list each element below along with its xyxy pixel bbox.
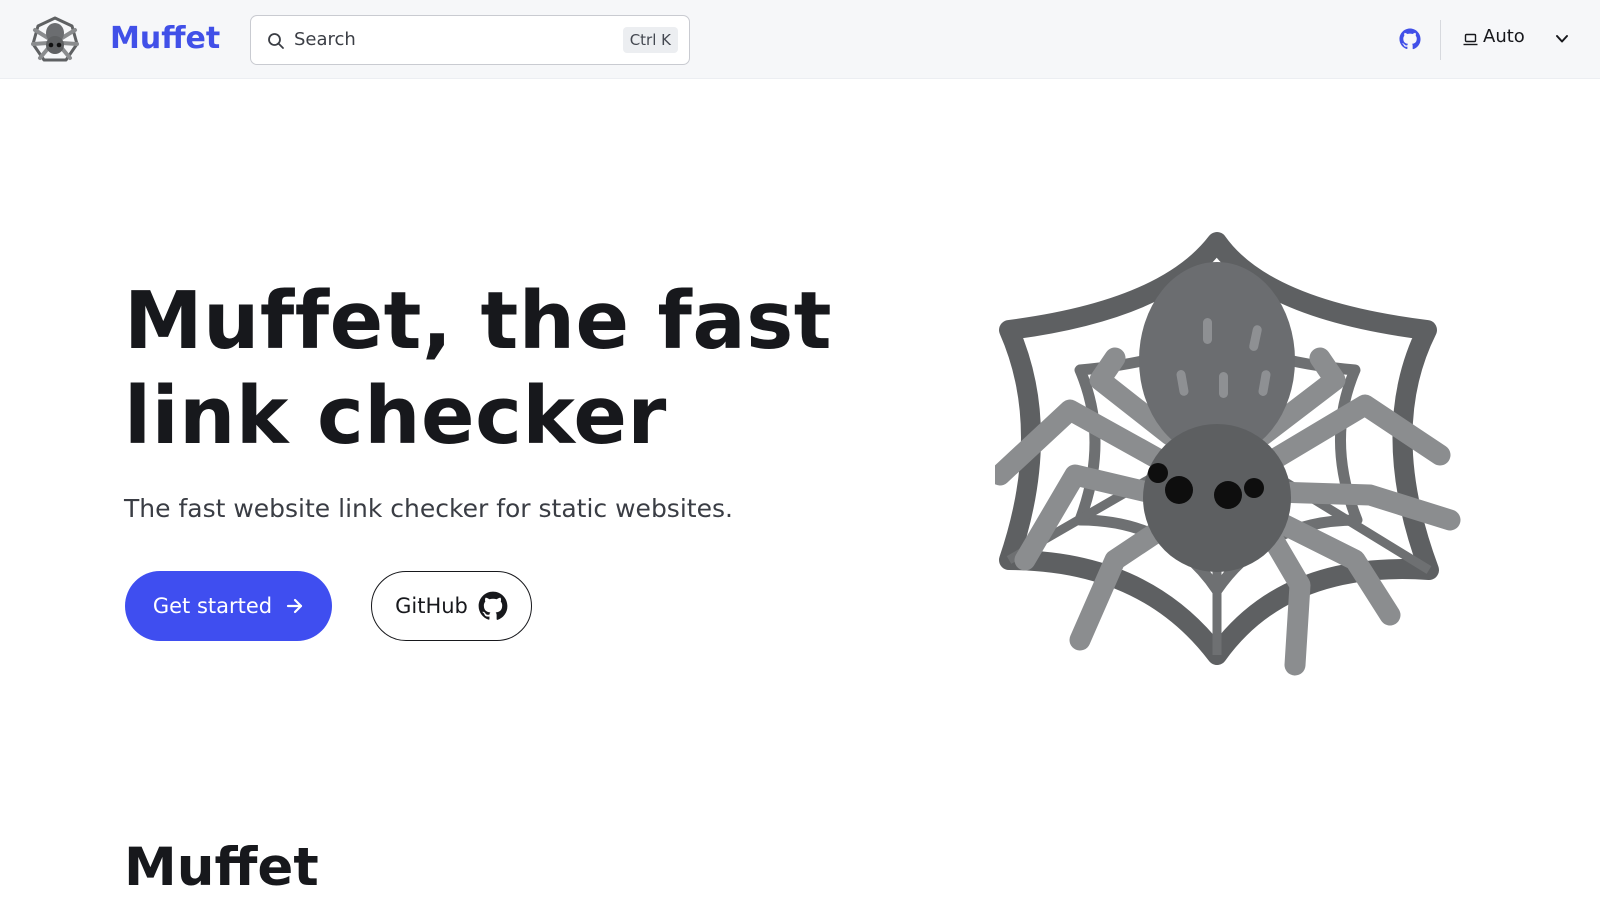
arrow-right-icon [287, 598, 303, 614]
chevron-down-icon [1556, 35, 1568, 43]
spider-logo-icon[interactable] [30, 16, 80, 64]
github-icon[interactable] [1399, 28, 1421, 50]
github-icon [478, 591, 508, 620]
hero-title: Muffet, the fast link checker [124, 275, 833, 462]
get-started-label: Get started [152, 594, 273, 618]
search-button[interactable]: Search Ctrl K [250, 15, 690, 65]
search-icon [268, 33, 284, 49]
search-shortcut-badge: Ctrl K [622, 27, 678, 53]
site-header: Muffet Search Ctrl K Auto [0, 0, 1600, 79]
theme-select[interactable]: Auto [1460, 22, 1570, 54]
github-button-label: GitHub [395, 594, 468, 618]
get-started-button[interactable]: Get started [125, 571, 332, 641]
header-divider [1440, 20, 1441, 60]
hero-tagline: The fast website link checker for static… [124, 494, 733, 523]
search-placeholder: Search [294, 29, 356, 50]
spider-on-web-illustration [995, 232, 1461, 676]
site-title-link[interactable]: Muffet [110, 19, 220, 59]
section-title: Muffet [124, 837, 319, 898]
theme-select-value: Auto [1483, 26, 1525, 47]
github-button[interactable]: GitHub [371, 571, 532, 641]
laptop-icon [1463, 33, 1478, 46]
